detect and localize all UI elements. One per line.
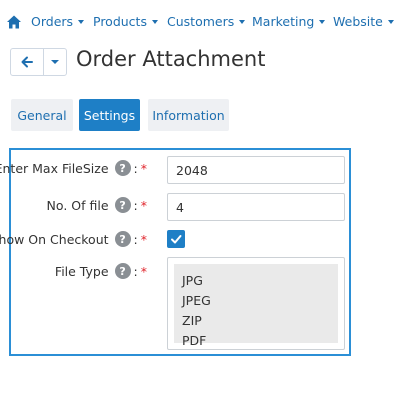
top-navigation: Orders Products Customers Marketing Webs…	[0, 0, 400, 44]
nav-item-products[interactable]: Products	[93, 14, 158, 29]
required-mark: *	[140, 231, 147, 247]
help-icon[interactable]: ?	[114, 263, 131, 279]
back-button[interactable]	[11, 49, 44, 75]
nav-item-website[interactable]: Website	[333, 14, 394, 29]
checkmark-icon	[171, 235, 182, 244]
required-mark: *	[140, 197, 147, 213]
chevron-down-icon	[319, 19, 326, 24]
file-type-select[interactable]: JPG JPEG ZIP PDF	[167, 257, 345, 350]
show-on-checkout-label: Show On Checkout	[0, 231, 109, 247]
arrow-left-icon	[21, 56, 33, 68]
file-type-selected-options: JPG JPEG ZIP PDF	[174, 264, 338, 348]
file-type-option-zip[interactable]: ZIP	[182, 313, 202, 328]
nav-item-orders[interactable]: Orders	[31, 14, 85, 29]
help-icon[interactable]: ?	[114, 197, 131, 213]
max-filesize-label: Enter Max FileSize	[0, 160, 109, 176]
nav-item-marketing[interactable]: Marketing	[252, 14, 326, 29]
help-icon[interactable]: ?	[114, 231, 131, 247]
chevron-down-icon	[239, 19, 246, 24]
file-type-label: File Type	[54, 263, 109, 279]
nav-item-customers[interactable]: Customers	[167, 14, 246, 29]
chevron-down-icon	[51, 60, 59, 64]
chevron-down-icon	[78, 19, 85, 24]
page-title: Order Attachment	[76, 47, 266, 71]
file-type-label-row: File Type ? : *	[54, 263, 147, 279]
show-on-checkout-label-row: Show On Checkout ? : *	[0, 231, 147, 247]
file-type-option-jpeg[interactable]: JPEG	[182, 293, 211, 308]
no-of-file-label: No. Of file	[46, 197, 109, 213]
back-button-group	[10, 48, 67, 76]
chevron-down-icon	[151, 19, 158, 24]
chevron-down-icon	[387, 19, 394, 24]
home-icon[interactable]	[6, 14, 22, 30]
required-mark: *	[140, 160, 147, 176]
tab-general[interactable]: General	[11, 99, 73, 131]
no-of-file-input[interactable]	[167, 193, 345, 221]
file-type-option-jpg[interactable]: JPG	[182, 273, 203, 288]
required-mark: *	[140, 263, 147, 279]
show-on-checkout-checkbox[interactable]	[167, 230, 185, 248]
help-icon[interactable]: ?	[114, 160, 131, 176]
max-filesize-input[interactable]	[167, 156, 345, 184]
back-dropdown-toggle[interactable]	[44, 49, 66, 75]
no-of-file-label-row: No. Of file ? : *	[46, 197, 147, 213]
tab-settings[interactable]: Settings	[79, 99, 140, 131]
max-filesize-label-row: Enter Max FileSize ? : *	[0, 160, 147, 176]
tab-information[interactable]: Information	[148, 99, 229, 131]
file-type-option-pdf[interactable]: PDF	[182, 333, 206, 348]
